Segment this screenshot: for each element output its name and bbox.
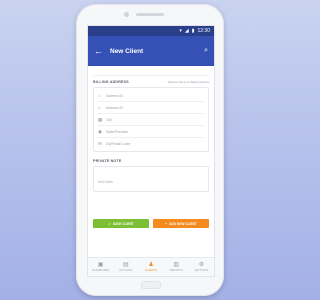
billing-header: BILLING ADDRESS Address Same As Billing …	[93, 80, 209, 84]
address-2-placeholder: Address #2	[106, 105, 124, 110]
add-new-client-button[interactable]: + ADD NEW CLIENT	[153, 219, 209, 228]
dashboard-icon: ▣	[97, 262, 104, 268]
speaker-grille	[136, 13, 164, 16]
plus-icon: +	[165, 221, 168, 226]
city-field[interactable]: ▦ City	[98, 114, 204, 126]
address-1-placeholder: Address #1	[106, 93, 124, 98]
building-icon: ▦	[98, 116, 103, 122]
address-1-field[interactable]: ⌂ Address #1	[98, 90, 204, 102]
previous-section-divider	[93, 69, 209, 76]
save-client-button[interactable]: ✓ SAVE CLIENT	[93, 219, 149, 228]
billing-address-card: ⌂ Address #1 ⌂ Address #2 ▦ City ◉ State…	[93, 87, 209, 152]
battery-icon: ▮	[191, 27, 195, 34]
invoice-icon: ▤	[122, 262, 129, 268]
search-icon[interactable]: ⌕	[204, 47, 208, 55]
save-client-label: SAVE CLIENT	[112, 221, 134, 226]
add-new-client-label: ADD NEW CLIENT	[169, 221, 197, 226]
app-bar: ← New Client ⌕	[88, 36, 214, 66]
same-address-toggle[interactable]: Address Same As Billing Address	[168, 80, 209, 84]
nav-reports[interactable]: ▥ REPORTS	[164, 258, 189, 276]
home-icon: ⌂	[98, 105, 101, 110]
nav-invoices-label: INVOICES	[119, 269, 133, 272]
app-screen: ▾ ◢ ▮ 12:30 ← New Client ⌕ BILLING ADDRE…	[87, 25, 215, 277]
form-content: BILLING ADDRESS Address Same As Billing …	[88, 66, 214, 192]
city-placeholder: City	[106, 117, 112, 122]
state-placeholder: State/Province	[106, 129, 129, 134]
nav-clients[interactable]: ♟ CLIENTS	[138, 258, 163, 276]
home-button[interactable]	[141, 281, 161, 289]
notes-title: PRIVATE NOTE	[93, 159, 122, 163]
camera-icon	[124, 12, 129, 17]
notes-placeholder: Add Notes	[98, 180, 113, 184]
nav-dashboard-label: DASHBOARD	[91, 269, 110, 272]
home-icon: ⌂	[98, 93, 101, 98]
zip-placeholder: Zip/Postal Code	[106, 141, 131, 146]
phone-frame: ▾ ◢ ▮ 12:30 ← New Client ⌕ BILLING ADDRE…	[76, 4, 224, 296]
signal-icon: ▾	[179, 27, 182, 34]
map-pin-icon: ◉	[98, 128, 102, 134]
status-bar: ▾ ◢ ▮ 12:30	[88, 26, 214, 36]
arrow-left-icon[interactable]: ←	[94, 46, 106, 56]
address-2-field[interactable]: ⌂ Address #2	[98, 102, 204, 114]
mail-icon: ✉	[98, 140, 102, 146]
nav-dashboard[interactable]: ▣ DASHBOARD	[88, 258, 113, 276]
notes-textarea[interactable]: Add Notes	[93, 166, 209, 192]
gear-icon: ⚙	[198, 262, 205, 268]
nav-invoices[interactable]: ▤ INVOICES	[113, 258, 138, 276]
check-icon: ✓	[108, 221, 111, 226]
status-time: 12:30	[197, 28, 210, 34]
nav-reports-label: REPORTS	[169, 269, 183, 272]
action-buttons: ✓ SAVE CLIENT + ADD NEW CLIENT	[93, 219, 209, 228]
zip-field[interactable]: ✉ Zip/Postal Code	[98, 138, 204, 149]
billing-title: BILLING ADDRESS	[93, 80, 129, 84]
chart-icon: ▥	[173, 262, 180, 268]
user-icon: ♟	[148, 262, 154, 268]
state-field[interactable]: ◉ State/Province	[98, 126, 204, 138]
wifi-icon: ◢	[184, 27, 189, 34]
bottom-navigation: ▣ DASHBOARD ▤ INVOICES ♟ CLIENTS ▥ REPOR…	[88, 257, 214, 276]
nav-settings-label: SETTINGS	[194, 269, 209, 272]
notes-header: PRIVATE NOTE	[93, 159, 209, 163]
page-title: New Client	[110, 47, 144, 55]
nav-settings[interactable]: ⚙ SETTINGS	[189, 258, 214, 276]
nav-clients-label: CLIENTS	[145, 269, 157, 272]
